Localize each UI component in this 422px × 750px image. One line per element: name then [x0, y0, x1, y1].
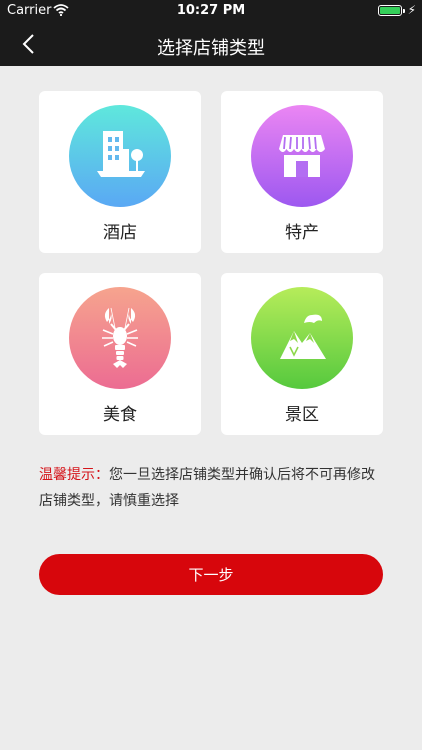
- navigation-bar: 选择店铺类型: [0, 22, 422, 66]
- store-type-label: 景区: [285, 405, 319, 425]
- charging-bolt-icon: ⚡: [407, 3, 416, 17]
- store-type-scenic-card[interactable]: 景区: [221, 273, 383, 435]
- hotel-building-icon: [97, 131, 145, 177]
- store-type-label: 酒店: [103, 223, 137, 243]
- store-type-specialty-card[interactable]: 特产: [221, 91, 383, 253]
- notice-label: 温馨提示：: [39, 467, 109, 483]
- store-type-food-card[interactable]: 美食: [39, 273, 201, 435]
- food-icon-circle: [69, 287, 171, 389]
- store-type-hotel-card[interactable]: 酒店: [39, 91, 201, 253]
- hotel-icon-circle: [69, 105, 171, 207]
- page-title: 选择店铺类型: [157, 38, 265, 59]
- store-type-label: 特产: [285, 223, 319, 243]
- status-bar: Carrier 10:27 PM ⚡: [0, 0, 422, 22]
- next-step-button[interactable]: 下一步: [39, 554, 383, 595]
- storefront-icon: [279, 135, 325, 177]
- mountain-landscape-icon: [280, 314, 326, 359]
- next-step-label: 下一步: [188, 566, 234, 584]
- notice-text: 温馨提示：您一旦选择店铺类型并确认后将不可再修改店铺类型，请慎重选择: [39, 462, 385, 514]
- lobster-icon: [102, 307, 138, 368]
- specialty-icon-circle: [251, 105, 353, 207]
- store-type-label: 美食: [103, 405, 137, 425]
- scenic-icon-circle: [251, 287, 353, 389]
- battery-icon: [378, 5, 402, 16]
- battery-tip: [403, 9, 405, 13]
- status-time: 10:27 PM: [176, 3, 246, 18]
